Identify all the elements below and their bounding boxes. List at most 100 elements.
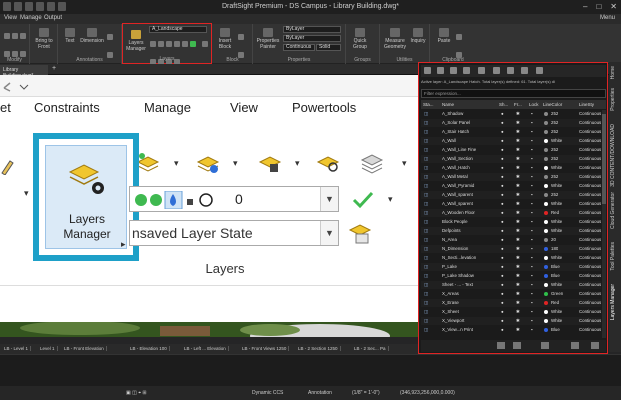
lock-icon[interactable]: ▪ [531,156,533,161]
new-layer-frozen-icon[interactable] [437,67,444,74]
layer-stack-icon[interactable] [360,152,384,174]
layer-row[interactable]: ◫ A_Wooden Floor ● ✱ ▪ Red Continuous [421,209,601,218]
layer-row[interactable]: ◫ Block People ● ✱ ▪ White Continuous [421,218,601,226]
lock-icon[interactable]: ▪ [531,111,533,116]
lock-icon[interactable]: ▪ [531,318,533,323]
footer-state-icon[interactable] [571,342,579,349]
layer-status-icon[interactable]: ◫ [424,291,428,297]
layer-status-icon[interactable]: ◫ [424,255,428,261]
checkmark-icon[interactable] [352,191,374,209]
layer-status-icon[interactable]: ◫ [424,138,428,144]
light-bulb-icon[interactable]: ● [501,318,504,323]
line-color-swatch[interactable] [544,139,548,143]
sun-icon[interactable]: ✱ [516,129,520,135]
layer-row[interactable]: ◫ A_Solar Panel ● ✱ ▪ 252 Continuous [421,119,601,128]
light-bulb-icon[interactable]: ● [501,120,504,125]
document-tab[interactable]: Library Building.dwg* [0,65,48,79]
light-bulb-icon[interactable]: ● [501,156,504,161]
new-tab-button[interactable]: + [52,65,56,72]
layer-name[interactable]: Defpoints [442,228,496,233]
lock-icon[interactable]: ▪ [531,120,533,125]
layer-row[interactable]: ◫ A_Wall ● ✱ ▪ White Continuous [421,137,601,146]
line-color-swatch[interactable] [544,193,548,197]
layout-tab[interactable]: LB - Left ... Elevation [182,346,229,351]
layer-freeze-icon[interactable] [166,41,172,47]
layer-name[interactable]: P_Lake Shadow [442,273,496,278]
line-style-label[interactable]: Continuous [579,183,601,188]
layer-status-icon[interactable]: ◫ [424,300,428,306]
layer-name[interactable]: X_Sheet [442,309,496,314]
dropdown-arrow-icon[interactable]: ▾ [233,158,238,169]
line-color-swatch[interactable] [544,130,548,134]
linestyle-combo[interactable]: Continuous [283,44,315,51]
sun-icon[interactable]: ✱ [516,120,520,126]
side-tab-tool-palettes[interactable]: Tool Palettes [610,242,616,271]
dropdown-arrow-icon[interactable]: ▾ [295,158,300,169]
layer-status-icon[interactable]: ◫ [424,165,428,171]
light-bulb-icon[interactable]: ● [501,300,504,305]
sun-icon[interactable]: ✱ [516,318,520,324]
light-bulb-icon[interactable]: ● [501,201,504,206]
insert-block-button[interactable]: Insert Block [216,28,234,50]
light-bulb-icon[interactable]: ● [501,246,504,251]
layer-row[interactable]: ◫ A_Wall Metal ● ✱ ▪ 252 Continuous [421,173,601,182]
light-bulb-icon[interactable]: ● [501,327,504,332]
layer-name[interactable]: A_Shadow [442,111,496,116]
dropdown-arrow-icon[interactable]: ▾ [24,188,29,199]
layer-row[interactable]: ◫ Sheet - ... - Text ● ✱ ▪ White Continuous [421,281,601,290]
settings-icon[interactable] [521,67,528,74]
line-style-label[interactable]: Continuous [579,255,601,260]
line-color-swatch[interactable] [544,247,548,251]
layer-states-icon[interactable] [493,67,500,74]
sun-icon[interactable]: ✱ [516,300,520,306]
line-color-swatch[interactable] [544,292,548,296]
cut-icon[interactable] [456,34,462,40]
move-icon[interactable] [4,33,10,39]
layer-row[interactable]: ◫ X_Erase ● ✱ ▪ Red Continuous [421,299,601,308]
layer-row[interactable]: ◫ A_Wall_Pyramid ● ✱ ▪ White Continuous [421,182,601,190]
layer-off-icon[interactable] [202,41,209,47]
column-show[interactable]: Sh... [499,102,508,107]
set-current-icon[interactable] [478,67,485,74]
layout-tab[interactable]: LB - 2 Section 1250 [296,346,341,351]
line-style-label[interactable]: Continuous [579,237,601,242]
line-color-swatch[interactable] [544,148,548,152]
leader-icon[interactable] [107,34,113,40]
chevron-down-icon[interactable]: ▼ [320,221,338,245]
layer-status-icon[interactable]: ◫ [424,147,428,153]
layer-status-icon[interactable]: ◫ [424,111,428,117]
line-style-label[interactable]: Continuous [579,165,601,170]
sun-icon[interactable]: ✱ [516,219,520,225]
rotate-icon[interactable] [20,33,26,39]
layer-name[interactable]: A_Wall [442,138,496,143]
status-toggle-icons[interactable]: ▣ ◫ ⌖ ⊞ [126,390,147,396]
lock-icon[interactable]: ▪ [531,327,533,332]
line-style-label[interactable]: Continuous [579,174,601,179]
side-tab-3d-content[interactable]: 3D CONTENT/DOWNLOAD [610,124,616,187]
layer-row[interactable]: ◫ N_Dimension ● ✱ ▪ 180 Continuous [421,245,601,254]
check-icon[interactable] [190,41,196,47]
column-status[interactable]: Sta... [423,102,434,107]
line-color-swatch[interactable] [544,184,548,188]
sun-icon[interactable]: ✱ [516,192,520,198]
line-color-swatch[interactable] [544,229,548,233]
light-bulb-icon[interactable]: ● [501,138,504,143]
light-bulb-icon[interactable]: ● [501,219,504,224]
layer-row[interactable]: ◫ A_Shadow ● ✱ ▪ 252 Continuous [421,110,601,118]
layer-row[interactable]: ◫ X_Areas ● ✱ ▪ Green Continuous [421,290,601,298]
close-button[interactable]: ✕ [610,2,617,11]
linetype-combo[interactable]: ByLayer [283,35,341,42]
layer-name[interactable]: N_Area [442,237,496,242]
layer-status-icon[interactable]: ◫ [424,273,428,279]
lock-icon[interactable]: ▪ [531,291,533,296]
lock-icon[interactable]: ▪ [531,174,533,179]
sun-icon[interactable]: ✱ [516,282,520,288]
dropdown-arrow-icon[interactable]: ▾ [174,158,179,169]
layout-tab[interactable]: LB - 2 Sec... Pa [352,346,389,351]
help-icon[interactable] [536,67,543,74]
sun-icon[interactable]: ✱ [516,183,520,189]
sun-icon[interactable]: ✱ [516,264,520,270]
layer-status-icon[interactable]: ◫ [424,246,428,252]
line-style-label[interactable]: Continuous [579,309,601,314]
layer-row[interactable]: ◫ X_View...n Print ● ✱ ▪ Blue Continuous [421,326,601,334]
